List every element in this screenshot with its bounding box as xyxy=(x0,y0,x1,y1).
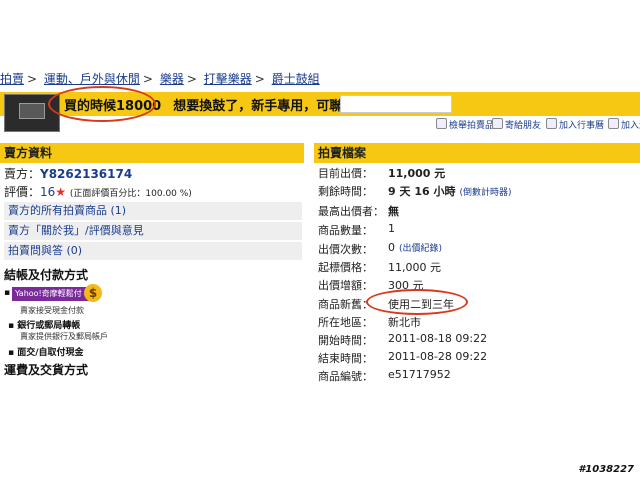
auction-row-value-text: 11,000 元 xyxy=(388,261,441,274)
auction-row-value-text: 11,000 元 xyxy=(388,167,446,180)
breadcrumb-link[interactable]: 運動、戶外與休閒 xyxy=(44,72,140,86)
breadcrumb-link[interactable]: 爵士鼓組 xyxy=(272,72,320,86)
breadcrumb-link[interactable]: 打擊樂器 xyxy=(204,72,252,86)
auction-row-value-text: e51717952 xyxy=(388,368,451,381)
star-icon: ★ xyxy=(55,185,67,199)
auction-row-value-text: 新北市 xyxy=(388,316,421,329)
auction-row-value-text: 2011-08-28 09:22 xyxy=(388,350,488,363)
auction-row-label: 最高出價者： xyxy=(318,205,384,218)
dollar-icon: $ xyxy=(84,284,102,302)
seller-header: 賣方資料 xyxy=(0,143,304,163)
auction-row-value: 9 天 16 小時 (倒數計時器) xyxy=(388,183,511,199)
seller-row: 賣方：Y8262136174 xyxy=(4,165,132,182)
annotation-circle-price xyxy=(48,86,156,122)
auction-row-label: 剩餘時間： xyxy=(318,185,373,198)
seller-about-link[interactable]: 賣方「關於我」/評價與意見 xyxy=(4,222,302,240)
auction-row-value: 1 xyxy=(388,222,395,235)
seller-label: 賣方： xyxy=(4,167,41,181)
payment-title: 結帳及付款方式 xyxy=(4,268,89,282)
auction-row-value: 2011-08-28 09:22 xyxy=(388,350,487,363)
auction-row-link[interactable]: (出價紀錄) xyxy=(399,244,442,254)
auction-row-label: 商品數量： xyxy=(318,224,373,237)
auction-row-value: 11,000 元 xyxy=(388,165,445,181)
add-calendar-link[interactable]: 加入行事曆 xyxy=(546,118,604,132)
drum-module-image xyxy=(19,103,45,119)
mail-icon xyxy=(492,118,503,129)
auction-row-label: 結束時間： xyxy=(318,352,373,365)
auction-row-value-text: 1 xyxy=(388,222,395,235)
auction-row-label: 出價次數： xyxy=(318,243,373,256)
auction-row-value: 11,000 元 xyxy=(388,259,441,275)
auction-header: 拍賣檔案 xyxy=(314,143,640,163)
bank-transfer: ▪ 銀行或郵局轉帳 xyxy=(8,321,81,331)
annotation-circle-condition xyxy=(366,289,468,315)
seller-all-items-link[interactable]: 賣方的所有拍賣商品 (1) xyxy=(4,202,302,220)
auction-row-value-text: 9 天 16 小時 xyxy=(388,185,456,198)
rating-row: 評價：16★ (正面評價百分比：100.00 %) xyxy=(4,183,192,200)
auction-row-label: 開始時間： xyxy=(318,334,373,347)
qa-link[interactable]: 拍賣問與答 (0) xyxy=(4,242,302,260)
auction-row-value: 無 xyxy=(388,203,399,219)
auction-row-value-text: 無 xyxy=(388,205,399,218)
rating-value-link[interactable]: 16 xyxy=(40,185,55,199)
calendar-icon xyxy=(546,118,557,129)
auction-row-link[interactable]: (倒數計時器) xyxy=(459,188,511,198)
rating-note: (正面評價百分比：100.00 %) xyxy=(69,189,192,199)
yahoo-pay-note: 賣家接受現金付款 xyxy=(20,306,84,315)
auction-row-value: 0 (出價紀錄) xyxy=(388,241,442,254)
face-to-face: ▪ 面交/自取付現金 xyxy=(8,348,84,358)
auction-row-label: 商品編號： xyxy=(318,370,373,383)
seller-id-link[interactable]: Y8262136174 xyxy=(40,167,132,181)
auction-row-label: 所在地區： xyxy=(318,316,373,329)
rating-label: 評價： xyxy=(4,185,41,199)
bank-note: 賣家提供銀行及郵局帳戶 xyxy=(20,332,108,341)
report-icon xyxy=(436,118,447,129)
watermark-id: #1038227 xyxy=(578,464,634,475)
shipping-title: 運費及交貨方式 xyxy=(4,363,89,377)
auction-row-value: 新北市 xyxy=(388,314,421,330)
auction-row-value: 2011-08-18 09:22 xyxy=(388,332,487,345)
auction-row-label: 起標價格： xyxy=(318,261,373,274)
auction-row-value-text: 0 xyxy=(388,241,395,254)
auction-row-value: e51717952 xyxy=(388,368,451,381)
breadcrumb-link[interactable]: 拍賣 xyxy=(0,72,24,86)
auction-row-label: 目前出價： xyxy=(318,167,373,180)
auction-row-label: 商品新舊： xyxy=(318,298,373,311)
contact-redacted xyxy=(340,95,452,113)
title-rest: 想要換鼓了，新手專用，可聯絡： xyxy=(173,99,369,114)
breadcrumb-link[interactable]: 樂器 xyxy=(160,72,184,86)
report-link[interactable]: 檢舉拍賣品 xyxy=(436,118,494,132)
add-watch-link[interactable]: 加入追 xyxy=(608,118,640,132)
watch-icon xyxy=(608,118,619,129)
send-friend-link[interactable]: 寄給朋友 xyxy=(492,118,541,132)
auction-row-label: 出價增額： xyxy=(318,279,373,292)
auction-row-value-text: 2011-08-18 09:22 xyxy=(388,332,488,345)
